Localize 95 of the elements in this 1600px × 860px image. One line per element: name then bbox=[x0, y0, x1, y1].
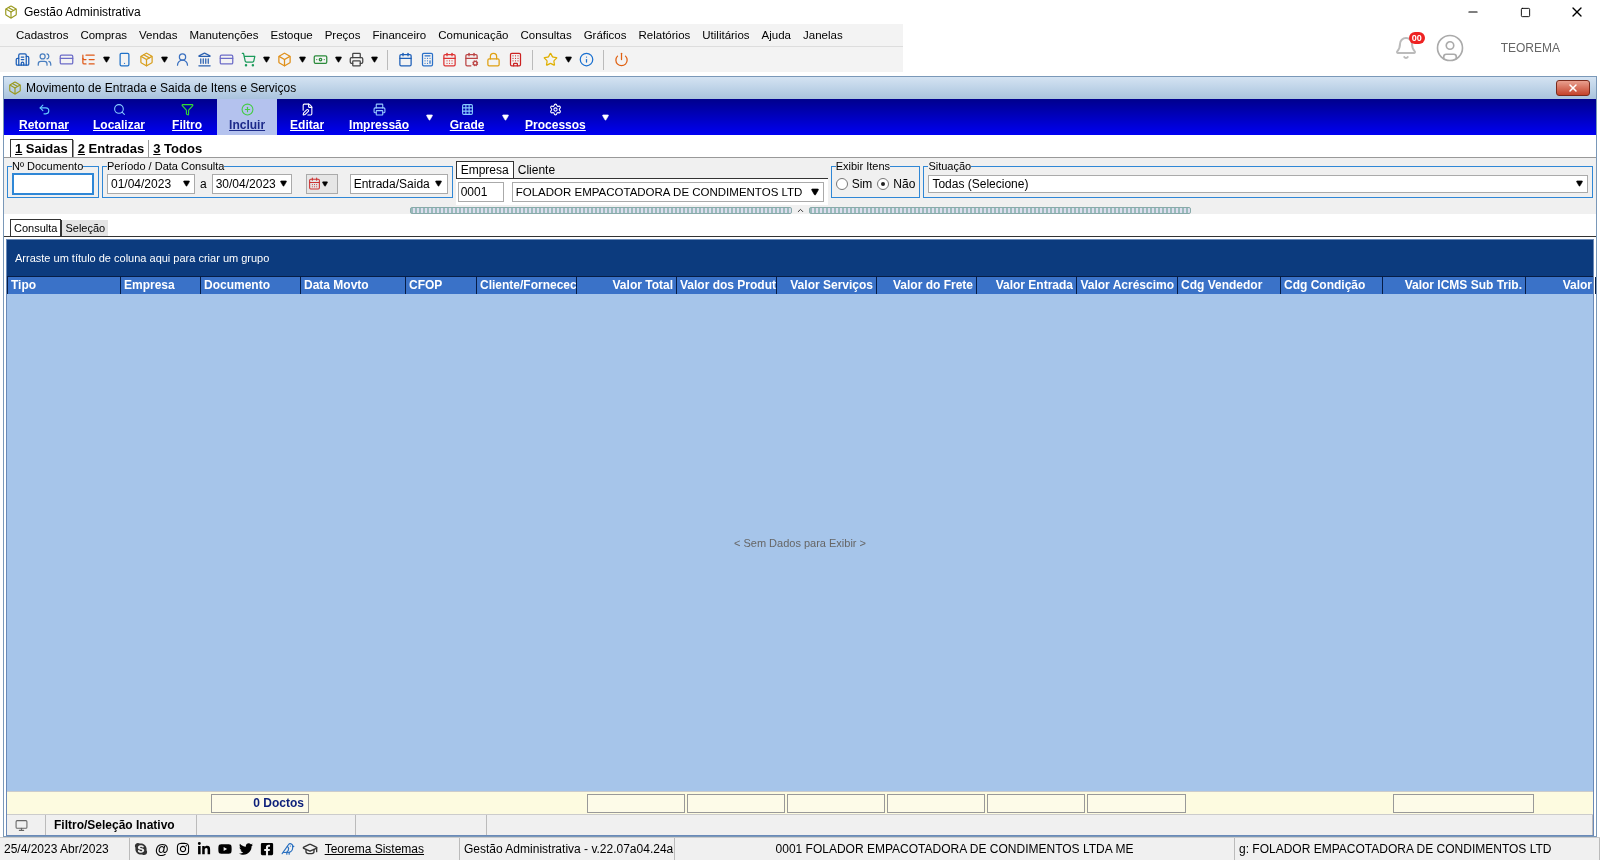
toolbar-button[interactable]: Processos bbox=[513, 99, 598, 135]
caret-icon[interactable] bbox=[100, 56, 112, 63]
caret-icon[interactable] bbox=[158, 56, 170, 63]
menu-item[interactable]: Ajuda bbox=[755, 29, 797, 41]
printer-icon bbox=[372, 103, 386, 116]
skype-icon[interactable] bbox=[134, 842, 148, 856]
calendar-button[interactable] bbox=[305, 173, 338, 194]
toolbar-button[interactable]: Filtro bbox=[157, 99, 218, 135]
filter-icon bbox=[180, 103, 194, 116]
caret-icon[interactable] bbox=[562, 56, 574, 63]
caret-icon bbox=[435, 180, 443, 187]
caret-icon bbox=[1575, 180, 1583, 187]
tab[interactable]: Empresa bbox=[455, 161, 514, 178]
app-icon bbox=[4, 5, 18, 19]
instagram-icon[interactable] bbox=[175, 842, 190, 856]
toolbar-button[interactable]: Impressão bbox=[337, 99, 422, 135]
caret-icon bbox=[279, 180, 287, 187]
filter-status: Filtro/Seleção Inativo bbox=[54, 818, 175, 832]
close-button[interactable] bbox=[1556, 80, 1590, 96]
youtube-icon[interactable] bbox=[217, 842, 232, 856]
twitter-icon[interactable] bbox=[238, 842, 253, 856]
type-dropdown[interactable]: Entrada/Saida bbox=[349, 173, 448, 194]
window-title: Movimento de Entrada e Saida de Itens e Serviços bbox=[26, 81, 297, 95]
date-status: 25/4/2023 Abr/2023 bbox=[4, 842, 109, 856]
search-icon bbox=[112, 103, 126, 116]
group-hint: Arraste um título de coluna aqui para criar um grupo bbox=[15, 252, 270, 264]
menu-item[interactable]: Janelas bbox=[797, 29, 849, 41]
graduation-cap-icon bbox=[301, 841, 318, 857]
caret-icon[interactable] bbox=[296, 56, 308, 63]
menu-item[interactable]: Manutenções bbox=[183, 29, 265, 41]
radio-option[interactable]: Sim bbox=[835, 176, 873, 191]
linkedin-icon[interactable] bbox=[196, 842, 211, 856]
splitter-handle[interactable] bbox=[409, 206, 792, 214]
caret-icon bbox=[182, 180, 190, 187]
summary-cell: 0 Doctos bbox=[211, 793, 309, 813]
empty-message: < Sem Dados para Exibir > bbox=[733, 536, 867, 549]
menu-item[interactable]: Compras bbox=[74, 29, 134, 41]
company-status: g: FOLADOR EMPACOTADORA DE CONDIMENTOS LTD bbox=[1239, 842, 1552, 856]
toolbar-button[interactable]: Incluir bbox=[217, 99, 278, 135]
restore-icon bbox=[1519, 6, 1531, 18]
version-status: Gestão Administrativa - v.22.07a04.24a bbox=[464, 842, 674, 856]
radio-button[interactable] bbox=[877, 177, 890, 190]
group-label: Nº Documento bbox=[12, 160, 84, 172]
menu-item[interactable]: Financeiro bbox=[366, 29, 433, 41]
radio-option[interactable]: Não bbox=[877, 176, 916, 191]
tab[interactable]: Consulta bbox=[10, 219, 62, 236]
menu-item[interactable]: Cadastros bbox=[10, 29, 75, 41]
email-link[interactable]: @ bbox=[155, 841, 169, 857]
menu-item[interactable]: Preços bbox=[318, 29, 367, 41]
tab[interactable]: Cliente bbox=[513, 162, 560, 178]
client-dropdown[interactable]: FOLADOR EMPACOTADORA DE CONDIMENTOS LTD bbox=[511, 182, 824, 202]
edit-icon bbox=[300, 103, 314, 116]
status-dropdown[interactable]: Todas (Selecione) bbox=[928, 174, 1588, 193]
menu-item[interactable]: Gráficos bbox=[577, 29, 633, 41]
app-title: Gestão Administrativa bbox=[24, 5, 141, 19]
caret-icon[interactable] bbox=[260, 56, 272, 63]
plus-icon bbox=[240, 103, 254, 116]
group-label: Situação bbox=[928, 160, 972, 172]
notification-badge: 00 bbox=[1408, 32, 1425, 44]
caret-icon[interactable] bbox=[332, 56, 344, 63]
facebook-icon[interactable] bbox=[259, 842, 274, 856]
splitter-handle[interactable] bbox=[808, 206, 1191, 214]
tab[interactable]: 1 Saidas bbox=[10, 139, 73, 157]
menu-item[interactable]: Relatórios bbox=[632, 29, 697, 41]
company-code-field[interactable]: 0001 bbox=[457, 182, 504, 202]
user-name: TEOREMA bbox=[1500, 41, 1560, 55]
caret-icon bbox=[321, 180, 328, 187]
website-link[interactable]: Teorema Sistemas bbox=[324, 842, 425, 856]
document-field[interactable] bbox=[12, 172, 94, 195]
menu-item[interactable]: Comunicação bbox=[432, 29, 515, 41]
close-icon bbox=[1567, 82, 1579, 94]
menu-item[interactable]: Vendas bbox=[133, 29, 184, 41]
toolbar-button[interactable]: Localizar bbox=[81, 99, 158, 135]
date-field[interactable]: 01/04/2023 bbox=[107, 173, 195, 194]
date-field[interactable]: 30/04/2023 bbox=[211, 173, 292, 194]
group-label: Exibir Itens bbox=[835, 160, 891, 172]
bird-icon[interactable] bbox=[280, 842, 295, 856]
toolbar-button[interactable]: Grade bbox=[437, 99, 498, 135]
toolbar-button[interactable]: Editar bbox=[277, 99, 338, 135]
window-icon bbox=[8, 81, 22, 95]
group-label: Período / Data Consulta bbox=[107, 160, 225, 172]
company-status: 0001 FOLADOR EMPACOTADORA DE CONDIMENTOS LTDA ME bbox=[775, 842, 1134, 856]
calendar-icon bbox=[307, 177, 321, 190]
grid-icon bbox=[460, 103, 474, 116]
caret-icon bbox=[810, 188, 819, 196]
menu-item[interactable]: Utilitários bbox=[696, 29, 756, 41]
range-separator: a bbox=[200, 176, 207, 191]
settings-icon bbox=[548, 103, 562, 116]
menu-item[interactable]: Estoque bbox=[264, 29, 319, 41]
tab[interactable]: Seleção bbox=[61, 220, 109, 236]
caret-icon[interactable] bbox=[368, 56, 380, 63]
toolbar-button[interactable]: Retornar bbox=[7, 99, 81, 135]
undo-icon bbox=[37, 103, 51, 116]
menu-item[interactable]: Consultas bbox=[514, 29, 578, 41]
radio-button[interactable] bbox=[835, 177, 848, 190]
